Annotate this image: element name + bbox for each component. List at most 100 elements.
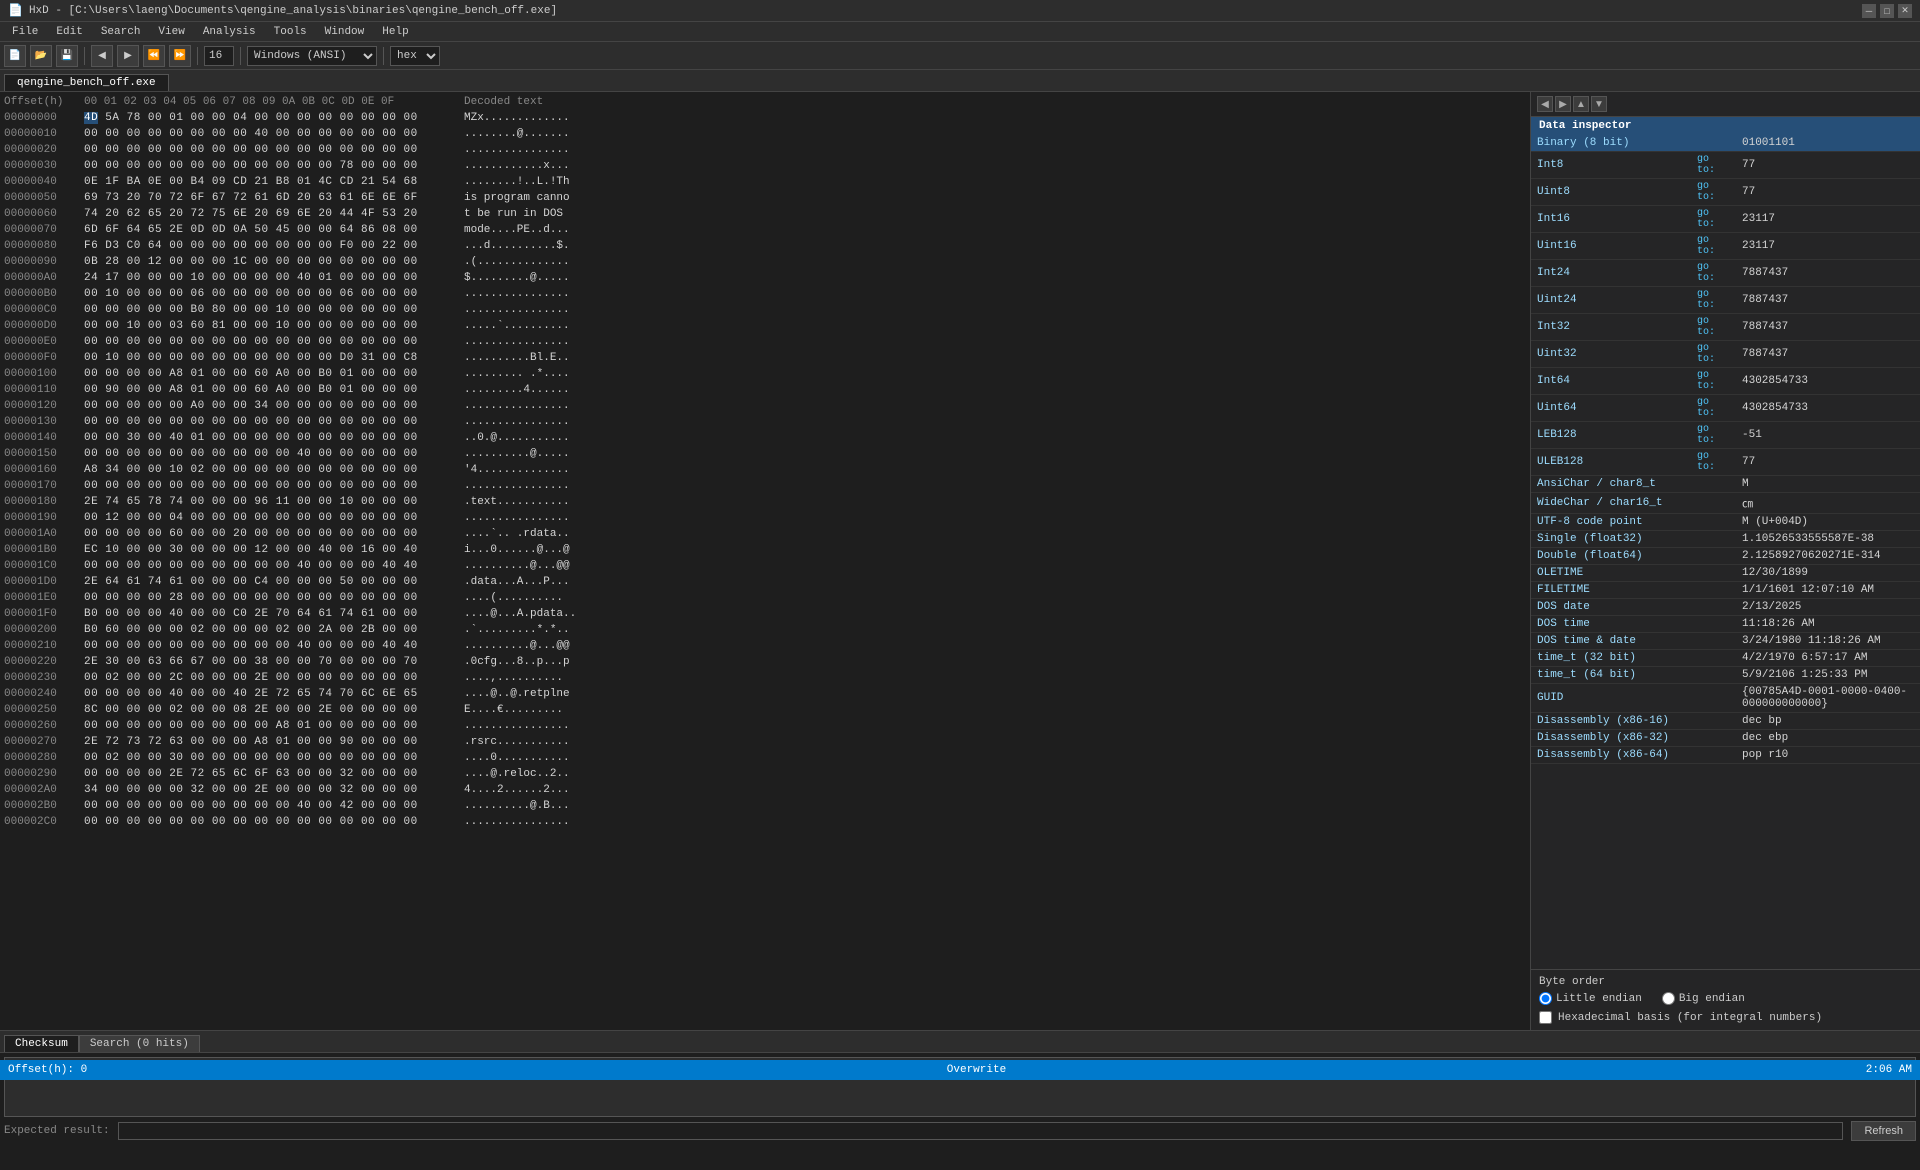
- inspector-row[interactable]: Int32go to:7887437: [1531, 314, 1920, 341]
- inspector-row[interactable]: WideChar / char16_t㎝: [1531, 493, 1920, 514]
- hex-bytes-cell[interactable]: 00 00 00 00 00 00 00 00 00 A8 01 00 00 0…: [84, 718, 464, 734]
- table-row[interactable]: 000001B0EC 10 00 00 30 00 00 00 12 00 00…: [4, 542, 1526, 558]
- save-button[interactable]: 💾: [56, 45, 78, 67]
- refresh-button[interactable]: Refresh: [1851, 1121, 1916, 1141]
- inspector-row[interactable]: FILETIME1/1/1601 12:07:10 AM: [1531, 582, 1920, 599]
- table-row[interactable]: 000001802E 74 65 78 74 00 00 00 96 11 00…: [4, 494, 1526, 510]
- inspector-goto[interactable]: go to:: [1691, 179, 1736, 206]
- hex-bytes-cell[interactable]: 74 20 62 65 20 72 75 6E 20 69 6E 20 44 4…: [84, 206, 464, 222]
- table-row[interactable]: 00000160A8 34 00 00 10 02 00 00 00 00 00…: [4, 462, 1526, 478]
- hex-bytes-cell[interactable]: 6D 6F 64 65 2E 0D 0D 0A 50 45 00 00 64 8…: [84, 222, 464, 238]
- table-row[interactable]: 000001F0B0 00 00 00 40 00 00 C0 2E 70 64…: [4, 606, 1526, 622]
- hex-bytes-cell[interactable]: 2E 30 00 63 66 67 00 00 38 00 00 70 00 0…: [84, 654, 464, 670]
- hex-bytes-cell[interactable]: 00 00 00 00 A8 01 00 00 60 A0 00 B0 01 0…: [84, 366, 464, 382]
- minimize-button[interactable]: ─: [1862, 4, 1876, 18]
- goto-link[interactable]: go to:: [1697, 451, 1715, 473]
- little-endian-label[interactable]: Little endian: [1539, 992, 1642, 1005]
- inspector-goto[interactable]: go to:: [1691, 233, 1736, 260]
- inspector-goto[interactable]: go to:: [1691, 152, 1736, 179]
- table-row[interactable]: 000000B000 10 00 00 00 06 00 00 00 00 00…: [4, 286, 1526, 302]
- inspector-goto[interactable]: go to:: [1691, 341, 1736, 368]
- inspector-row[interactable]: Binary (8 bit)01001101: [1531, 135, 1920, 152]
- hex-bytes-cell[interactable]: 00 00 00 00 2E 72 65 6C 6F 63 00 00 32 0…: [84, 766, 464, 782]
- inspector-goto[interactable]: go to:: [1691, 422, 1736, 449]
- goto-link[interactable]: go to:: [1697, 181, 1715, 203]
- hex-bytes-cell[interactable]: 00 00 00 00 00 00 00 00 40 00 00 00 00 0…: [84, 126, 464, 142]
- inspector-row[interactable]: Int64go to:4302854733: [1531, 368, 1920, 395]
- hex-bytes-cell[interactable]: 00 00 00 00 00 00 00 00 00 00 00 00 00 0…: [84, 334, 464, 350]
- hex-bytes-cell[interactable]: 00 00 00 00 00 A0 00 00 34 00 00 00 00 0…: [84, 398, 464, 414]
- hex-bytes-cell[interactable]: 4D 5A 78 00 01 00 00 04 00 00 00 00 00 0…: [84, 110, 464, 126]
- table-row[interactable]: 0000010000 00 00 00 A8 01 00 00 60 A0 00…: [4, 366, 1526, 382]
- inspector-row[interactable]: UTF-8 code pointM (U+004D): [1531, 514, 1920, 531]
- hex-bytes-cell[interactable]: 2E 74 65 78 74 00 00 00 96 11 00 00 10 0…: [84, 494, 464, 510]
- inspector-goto[interactable]: go to:: [1691, 395, 1736, 422]
- hex-bytes-cell[interactable]: 00 02 00 00 2C 00 00 00 2E 00 00 00 00 0…: [84, 670, 464, 686]
- encoding-select[interactable]: Windows (ANSI): [247, 46, 377, 66]
- open-button[interactable]: 📂: [30, 45, 52, 67]
- table-row[interactable]: 0000017000 00 00 00 00 00 00 00 00 00 00…: [4, 478, 1526, 494]
- search-tab[interactable]: Search (0 hits): [79, 1035, 200, 1052]
- table-row[interactable]: 0000023000 02 00 00 2C 00 00 00 2E 00 00…: [4, 670, 1526, 686]
- table-row[interactable]: 000002702E 72 73 72 63 00 00 00 A8 01 00…: [4, 734, 1526, 750]
- inspector-row[interactable]: Uint32go to:7887437: [1531, 341, 1920, 368]
- table-row[interactable]: 00000080F6 D3 C0 64 00 00 00 00 00 00 00…: [4, 238, 1526, 254]
- hex-bytes-cell[interactable]: 00 10 00 00 00 06 00 00 00 00 00 00 06 0…: [84, 286, 464, 302]
- table-row[interactable]: 0000006074 20 62 65 20 72 75 6E 20 69 6E…: [4, 206, 1526, 222]
- menu-file[interactable]: File: [4, 24, 46, 40]
- inspector-row[interactable]: GUID{00785A4D-0001-0000-0400-00000000000…: [1531, 684, 1920, 713]
- menu-analysis[interactable]: Analysis: [195, 24, 264, 40]
- expected-input[interactable]: [118, 1122, 1844, 1140]
- inspector-row[interactable]: Single (float32)1.10526533555587E-38: [1531, 531, 1920, 548]
- hex-bytes-cell[interactable]: 0E 1F BA 0E 00 B4 09 CD 21 B8 01 4C CD 2…: [84, 174, 464, 190]
- inspector-row[interactable]: DOS date2/13/2025: [1531, 599, 1920, 616]
- table-row[interactable]: 000000C000 00 00 00 00 B0 80 00 00 10 00…: [4, 302, 1526, 318]
- table-row[interactable]: 0000024000 00 00 00 40 00 00 40 2E 72 65…: [4, 686, 1526, 702]
- hex-bytes-cell[interactable]: 00 00 00 00 00 00 00 00 00 00 40 00 00 0…: [84, 558, 464, 574]
- table-row[interactable]: 0000014000 00 30 00 40 01 00 00 00 00 00…: [4, 430, 1526, 446]
- goto-link[interactable]: go to:: [1697, 154, 1715, 176]
- table-row[interactable]: 000002202E 30 00 63 66 67 00 00 38 00 00…: [4, 654, 1526, 670]
- goto-link[interactable]: go to:: [1697, 289, 1715, 311]
- goto-link[interactable]: go to:: [1697, 316, 1715, 338]
- goto-link[interactable]: go to:: [1697, 370, 1715, 392]
- table-row[interactable]: 000000D000 00 10 00 03 60 81 00 00 10 00…: [4, 318, 1526, 334]
- table-row[interactable]: 000001A000 00 00 00 60 00 00 20 00 00 00…: [4, 526, 1526, 542]
- hex-bytes-cell[interactable]: 2E 64 61 74 61 00 00 00 C4 00 00 00 50 0…: [84, 574, 464, 590]
- table-row[interactable]: 0000011000 90 00 00 A8 01 00 00 60 A0 00…: [4, 382, 1526, 398]
- table-row[interactable]: 000001D02E 64 61 74 61 00 00 00 C4 00 00…: [4, 574, 1526, 590]
- inspector-goto[interactable]: go to:: [1691, 260, 1736, 287]
- hex-bytes-cell[interactable]: 00 00 00 00 00 00 00 00 00 00 00 00 78 0…: [84, 158, 464, 174]
- columns-input[interactable]: [204, 46, 234, 66]
- hex-bytes-cell[interactable]: B0 00 00 00 40 00 00 C0 2E 70 64 61 74 6…: [84, 606, 464, 622]
- table-row[interactable]: 0000021000 00 00 00 00 00 00 00 00 00 40…: [4, 638, 1526, 654]
- goto-link[interactable]: go to:: [1697, 235, 1715, 257]
- inspector-row[interactable]: DOS time & date3/24/1980 11:18:26 AM: [1531, 633, 1920, 650]
- file-tab[interactable]: qengine_bench_off.exe: [4, 74, 169, 91]
- table-row[interactable]: 0000015000 00 00 00 00 00 00 00 00 00 40…: [4, 446, 1526, 462]
- table-row[interactable]: 000002C000 00 00 00 00 00 00 00 00 00 00…: [4, 814, 1526, 830]
- table-row[interactable]: 000001E000 00 00 00 28 00 00 00 00 00 00…: [4, 590, 1526, 606]
- big-endian-radio[interactable]: [1662, 992, 1675, 1005]
- inspector-row[interactable]: ULEB128go to:77: [1531, 449, 1920, 476]
- table-row[interactable]: 000000A024 17 00 00 00 10 00 00 00 00 40…: [4, 270, 1526, 286]
- menu-search[interactable]: Search: [93, 24, 149, 40]
- hex-bytes-cell[interactable]: 00 00 00 00 60 00 00 20 00 00 00 00 00 0…: [84, 526, 464, 542]
- hex-bytes-cell[interactable]: 00 00 00 00 00 00 00 00 00 00 40 00 42 0…: [84, 798, 464, 814]
- hex-bytes-cell[interactable]: 00 00 30 00 40 01 00 00 00 00 00 00 00 0…: [84, 430, 464, 446]
- hex-bytes-cell[interactable]: 00 00 00 00 00 00 00 00 00 00 00 00 00 0…: [84, 414, 464, 430]
- inspector-scroll[interactable]: Binary (8 bit)01001101Int8go to:77Uint8g…: [1531, 135, 1920, 969]
- toolbar-btn-4[interactable]: ⏪: [143, 45, 165, 67]
- menu-view[interactable]: View: [150, 24, 192, 40]
- inspector-row[interactable]: Double (float64)2.12589270620271E-314: [1531, 548, 1920, 565]
- goto-link[interactable]: go to:: [1697, 262, 1715, 284]
- table-row[interactable]: 0000028000 02 00 00 30 00 00 00 00 00 00…: [4, 750, 1526, 766]
- inspector-row[interactable]: Disassembly (x86-64)pop r10: [1531, 747, 1920, 764]
- toolbar-btn-3[interactable]: ▶: [117, 45, 139, 67]
- little-endian-radio[interactable]: [1539, 992, 1552, 1005]
- checksum-tab[interactable]: Checksum: [4, 1035, 79, 1052]
- inspector-goto[interactable]: go to:: [1691, 287, 1736, 314]
- hex-bytes-cell[interactable]: 00 00 00 00 00 00 00 00 00 00 40 00 00 0…: [84, 446, 464, 462]
- inspector-row[interactable]: Int8go to:77: [1531, 152, 1920, 179]
- table-row[interactable]: 0000001000 00 00 00 00 00 00 00 40 00 00…: [4, 126, 1526, 142]
